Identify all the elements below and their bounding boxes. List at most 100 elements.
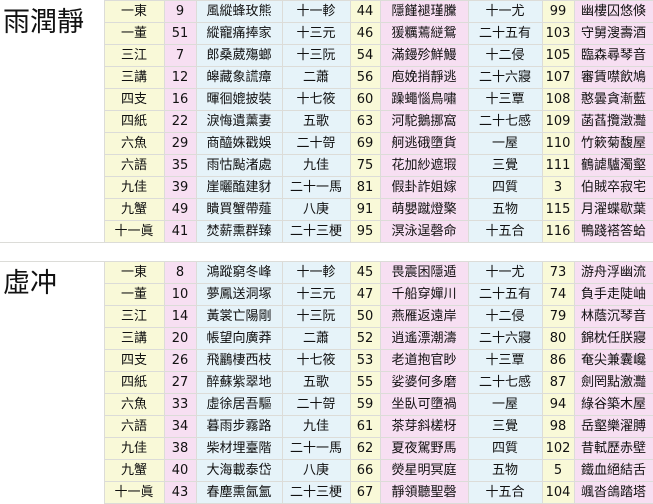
table-cell: 錦枕任朕寢: [573, 327, 653, 350]
table-cell: 崖曬醢建豺: [195, 176, 283, 199]
table-cell: 大海載泰岱: [195, 459, 283, 482]
table-cell: 三江: [103, 305, 165, 328]
table-cell: 56: [349, 66, 381, 89]
table-cell: 60: [349, 88, 381, 111]
table-cell: 劍罔點激灩: [573, 371, 653, 394]
table-cell: 九佳: [281, 154, 351, 177]
table-cell: 虛徐居吾驅: [195, 393, 283, 416]
section-title-blank: [0, 437, 104, 460]
table-cell: 千船穿嬋川: [379, 283, 469, 306]
table-cell: 靜領聽聖磬: [379, 481, 469, 504]
table-cell: 50: [349, 305, 381, 328]
table-cell: 十三覃: [467, 88, 543, 111]
table-cell: 33: [163, 393, 197, 416]
table-cell: 四紙: [103, 110, 165, 133]
table-cell: 熒星明冥庭: [379, 459, 469, 482]
table-cell: 夏夜駕野馬: [379, 437, 469, 460]
table-cell: 滿鏝殄鮮鰻: [379, 44, 469, 67]
table-cell: 奄尖兼囊巉: [573, 349, 653, 372]
section-title-blank: [0, 132, 104, 155]
table-cell: 10: [163, 283, 197, 306]
table-cell: 61: [349, 415, 381, 438]
section-title-blank: [0, 393, 104, 416]
table-cell: 86: [541, 349, 575, 372]
table-cell: 花加紗遮瑕: [379, 154, 469, 177]
table-cell: 二十哿: [281, 132, 351, 155]
table-cell: 99: [541, 0, 575, 23]
table-cell: 九蟹: [103, 459, 165, 482]
section-title-blank: [0, 459, 104, 482]
table-cell: 昔軾歷赤壁: [573, 437, 653, 460]
table-cell: 黃裳亡陽剛: [195, 305, 283, 328]
table-cell: 萌嬰蹴燈檠: [379, 198, 469, 221]
table-cell: 四質: [467, 176, 543, 199]
table-cell: 59: [349, 393, 381, 416]
section-title-blank: [0, 305, 104, 328]
table-cell: 一東: [103, 261, 165, 284]
section-title-blank: [0, 44, 104, 67]
table-cell: 7: [163, 44, 197, 67]
table-cell: 六魚: [103, 132, 165, 155]
table-cell: 二十三梗: [281, 481, 351, 504]
table-cell: 逍遙漂潮濤: [379, 327, 469, 350]
table-cell: 54: [349, 44, 381, 67]
table-cell: 二蕭: [281, 66, 351, 89]
table-cell: 十五合: [467, 481, 543, 504]
table-row: 三江 14 黃裳亡陽剛 十三阮 50 燕雁返遠岸 十二侵 79 林蔭沉琴音: [0, 305, 653, 328]
table-cell: 審賃噤飲鳩: [573, 66, 653, 89]
table-cell: 103: [541, 22, 575, 45]
table-cell: 負手走陡岫: [573, 283, 653, 306]
table-cell: 8: [163, 261, 197, 284]
table-cell: 五物: [467, 459, 543, 482]
table-cell: 春塵熏氤氳: [195, 481, 283, 504]
table-cell: 115: [541, 198, 575, 221]
table-row: 九蟹 49 瞶買蟹帶薤 八庚 91 萌嬰蹴燈檠 五物 115 月濯蝶歇葉: [0, 198, 653, 221]
table-cell: 河駝鵝挪窩: [379, 110, 469, 133]
table-cell: 53: [349, 349, 381, 372]
table-cell: 27: [163, 371, 197, 394]
table-cell: 二十五有: [467, 22, 543, 45]
table-cell: 94: [541, 393, 575, 416]
table-row: 四紙 27 醉蘇紫翠地 五歌 55 娑婆何多磨 二十七感 87 劍罔點激灩: [0, 371, 653, 394]
table-cell: 八庚: [281, 459, 351, 482]
table-cell: 鶴謔驢濁壑: [573, 154, 653, 177]
table-cell: 醉蘇紫翠地: [195, 371, 283, 394]
table-cell: 74: [541, 283, 575, 306]
table-row: 虛冲 一東 8 鴻蹤窮冬峰 十一軫 45 畏震困隱遁 十一尤 73 游舟浮幽流: [0, 261, 653, 306]
table-cell: 34: [163, 415, 197, 438]
table-cell: 51: [163, 22, 197, 45]
table-cell: 111: [541, 154, 575, 177]
table-cell: 3: [541, 176, 575, 199]
table-cell: 溟泳逞磬命: [379, 220, 469, 243]
table-cell: 十一尤: [467, 0, 543, 23]
table-cell: 95: [349, 220, 381, 243]
table-cell: 焚薪熏群臻: [195, 220, 283, 243]
table-cell: 暉徊媲披裝: [195, 88, 283, 111]
section-title-blank: [0, 198, 104, 221]
table-cell: 一董: [103, 22, 165, 45]
section-title-blank: [0, 349, 104, 372]
table-cell: 二十一馬: [281, 437, 351, 460]
table-cell: 六魚: [103, 393, 165, 416]
table-cell: 104: [541, 481, 575, 504]
table-cell: 二十六寢: [467, 66, 543, 89]
table-cell: 二十七感: [467, 110, 543, 133]
table-cell: 十三阮: [281, 44, 351, 67]
table-cell: 九佳: [281, 415, 351, 438]
table-cell: 憨曇貪漸藍: [573, 88, 653, 111]
section-title-blank: [0, 481, 104, 504]
table-row: 三講 20 帳望向廣莽 二蕭 52 逍遙漂潮濤 二十六寢 80 錦枕任朕寢: [0, 327, 653, 350]
table-cell: 39: [163, 176, 197, 199]
table-row: 六魚 33 虛徐居吾驅 二十哿 59 坐臥可墮禍 一屋 94 綠谷築木屋: [0, 393, 653, 416]
table-cell: 79: [541, 305, 575, 328]
table-cell: 三江: [103, 44, 165, 67]
table-cell: 98: [541, 415, 575, 438]
section-title-blank: [0, 66, 104, 89]
table-cell: 20: [163, 327, 197, 350]
table-cell: 鐵血絕結舌: [573, 459, 653, 482]
table-cell: 52: [349, 327, 381, 350]
table-cell: 十二侵: [467, 44, 543, 67]
table-cell: 飛鸝棲西枝: [195, 349, 283, 372]
table-row: 九蟹 40 大海載泰岱 八庚 66 熒星明冥庭 五物 5 鐵血絕結舌: [0, 459, 653, 482]
table-cell: 十三阮: [281, 305, 351, 328]
